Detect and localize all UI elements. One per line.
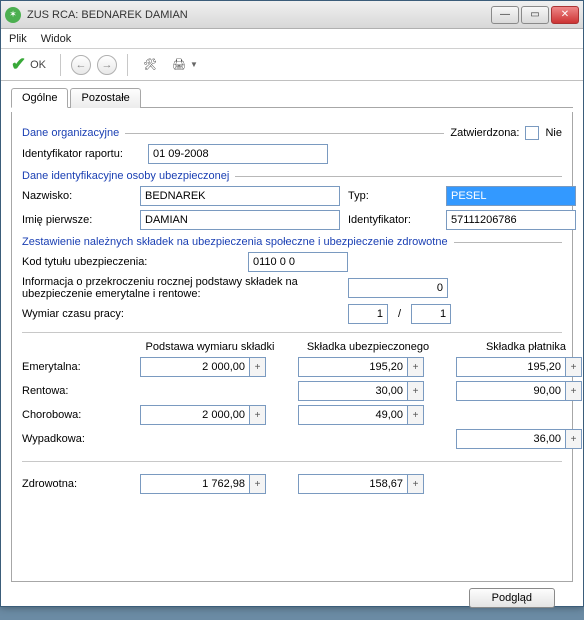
titlebar: ✶ ZUS RCA: BEDNAREK DAMIAN — ▭ ✕	[1, 1, 583, 29]
tab-general[interactable]: Ogólne	[11, 88, 68, 108]
health-row: Zdrowotna: + +	[22, 474, 562, 494]
plus-icon[interactable]: +	[566, 357, 582, 377]
contrib-legend: Zestawienie należnych składek na ubezpie…	[22, 236, 448, 248]
worktime-label: Wymiar czasu pracy:	[22, 308, 342, 320]
excess-input[interactable]	[348, 278, 448, 298]
report-id-label: Identyfikator raportu:	[22, 148, 142, 160]
slash-separator: /	[394, 308, 405, 320]
chorobowa-insured-input[interactable]	[298, 405, 408, 425]
tab-other[interactable]: Pozostałe	[70, 88, 140, 108]
row-emerytalna-label: Emerytalna:	[22, 361, 122, 373]
col-payer: Składka płatnika	[456, 341, 584, 353]
ok-button[interactable]: ✔ OK	[7, 53, 50, 77]
print-button[interactable]: 🖨 ▼	[168, 53, 202, 77]
org-section-header: Dane organizacyjne Zatwierdzona: Nie	[22, 126, 562, 140]
maximize-button[interactable]: ▭	[521, 6, 549, 24]
approved-checkbox[interactable]	[525, 126, 539, 140]
code-label: Kod tytułu ubezpieczenia:	[22, 256, 242, 268]
worktime-den-input[interactable]	[411, 304, 451, 324]
check-icon: ✔	[11, 54, 26, 75]
surname-input[interactable]	[140, 186, 340, 206]
worktime-num-input[interactable]	[348, 304, 388, 324]
emerytalna-payer-input[interactable]	[456, 357, 566, 377]
ok-label: OK	[30, 59, 46, 71]
divider	[22, 461, 562, 462]
nav-back-button[interactable]: ←	[71, 55, 91, 75]
content-area: Ogólne Pozostałe Dane organizacyjne Zatw…	[1, 81, 583, 620]
nav-forward-button[interactable]: →	[97, 55, 117, 75]
chorobowa-base-input[interactable]	[140, 405, 250, 425]
col-insured: Składka ubezpieczonego	[298, 341, 438, 353]
dropdown-icon: ▼	[190, 60, 198, 69]
footer: Podgląd	[11, 582, 573, 614]
row-wypadkowa-label: Wypadkowa:	[22, 433, 122, 445]
firstname-input[interactable]	[140, 210, 340, 230]
contrib-table: Podstawa wymiaru składki Składka ubezpie…	[22, 341, 562, 449]
col-base: Podstawa wymiaru składki	[140, 341, 280, 353]
plus-icon[interactable]: +	[408, 474, 424, 494]
zdrowotna-insured-input[interactable]	[298, 474, 408, 494]
window-title: ZUS RCA: BEDNAREK DAMIAN	[27, 9, 491, 21]
tools-button[interactable]: 🛠	[138, 53, 162, 77]
menubar: Plik Widok	[1, 29, 583, 49]
wypadkowa-payer-input[interactable]	[456, 429, 566, 449]
ident-section-header: Dane identyfikacyjne osoby ubezpieczonej	[22, 170, 562, 182]
row-chorobowa-label: Chorobowa:	[22, 409, 122, 421]
plus-icon[interactable]: +	[408, 357, 424, 377]
emerytalna-insured-input[interactable]	[298, 357, 408, 377]
rentowa-insured-input[interactable]	[298, 381, 408, 401]
plus-icon[interactable]: +	[408, 381, 424, 401]
contrib-section-header: Zestawienie należnych składek na ubezpie…	[22, 236, 562, 248]
plus-icon[interactable]: +	[566, 381, 582, 401]
print-icon: 🖨	[172, 58, 186, 71]
approved-text: Nie	[545, 127, 562, 139]
identifier-label: Identyfikator:	[348, 214, 438, 226]
row-rentowa-label: Rentowa:	[22, 385, 122, 397]
divider	[22, 332, 562, 333]
approved-label: Zatwierdzona:	[450, 127, 519, 139]
toolbar-separator	[127, 54, 128, 76]
menu-file[interactable]: Plik	[9, 33, 27, 45]
plus-icon[interactable]: +	[250, 474, 266, 494]
plus-icon[interactable]: +	[250, 357, 266, 377]
close-button[interactable]: ✕	[551, 6, 579, 24]
preview-button[interactable]: Podgląd	[469, 588, 555, 608]
excess-label: Informacja o przekroczeniu rocznej podst…	[22, 276, 342, 300]
tools-icon: 🛠	[143, 58, 157, 71]
toolbar: ✔ OK ← → 🛠 🖨 ▼	[1, 49, 583, 81]
minimize-button[interactable]: —	[491, 6, 519, 24]
ident-legend: Dane identyfikacyjne osoby ubezpieczonej	[22, 170, 229, 182]
plus-icon[interactable]: +	[566, 429, 582, 449]
toolbar-separator	[60, 54, 61, 76]
report-id-input[interactable]	[148, 144, 328, 164]
window-controls: — ▭ ✕	[491, 6, 579, 24]
org-legend: Dane organizacyjne	[22, 127, 119, 139]
zdrowotna-base-input[interactable]	[140, 474, 250, 494]
menu-view[interactable]: Widok	[41, 33, 72, 45]
plus-icon[interactable]: +	[250, 405, 266, 425]
tab-strip: Ogólne Pozostałe	[11, 87, 573, 108]
type-label: Typ:	[348, 190, 438, 202]
window: ✶ ZUS RCA: BEDNAREK DAMIAN — ▭ ✕ Plik Wi…	[0, 0, 584, 607]
emerytalna-base-input[interactable]	[140, 357, 250, 377]
app-icon: ✶	[5, 7, 21, 23]
firstname-label: Imię pierwsze:	[22, 214, 132, 226]
code-input[interactable]	[248, 252, 348, 272]
row-zdrowotna-label: Zdrowotna:	[22, 478, 122, 490]
plus-icon[interactable]: +	[408, 405, 424, 425]
tab-panel-general: Dane organizacyjne Zatwierdzona: Nie Ide…	[11, 112, 573, 582]
type-input[interactable]	[446, 186, 576, 206]
surname-label: Nazwisko:	[22, 190, 132, 202]
identifier-input[interactable]	[446, 210, 576, 230]
rentowa-payer-input[interactable]	[456, 381, 566, 401]
